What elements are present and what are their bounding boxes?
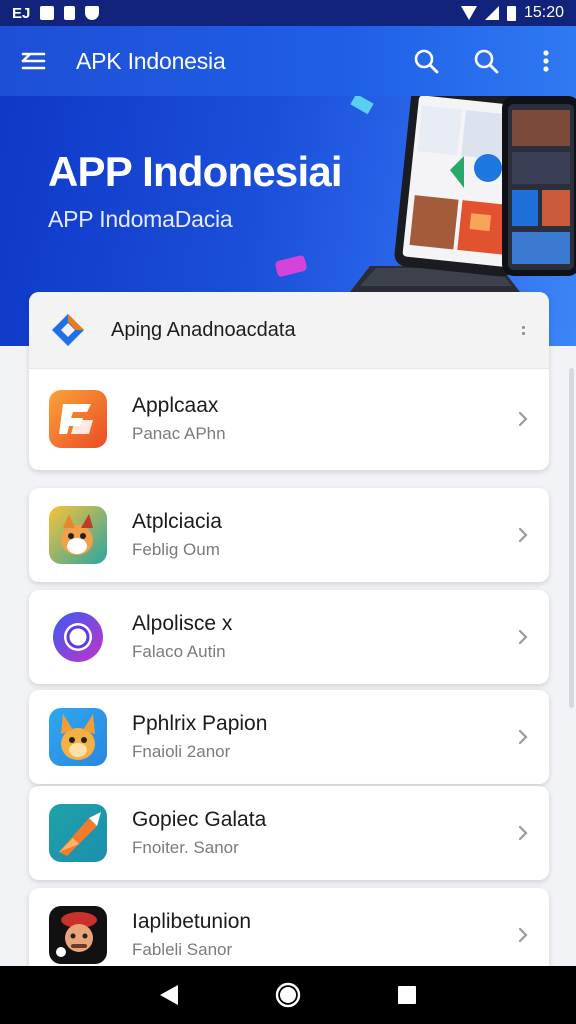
kangaroo-app-icon bbox=[49, 708, 107, 766]
app-subtitle: Falaco Autin bbox=[132, 642, 226, 661]
recents-icon[interactable] bbox=[387, 975, 427, 1015]
wifi-icon bbox=[460, 6, 477, 20]
more-vert-icon[interactable] bbox=[518, 322, 529, 339]
app-actions bbox=[410, 45, 562, 77]
app-subtitle: Fnoiter. Sanor bbox=[132, 838, 239, 857]
list-item[interactable]: Pphlrix Papion Fnaioli 2anor bbox=[29, 690, 549, 784]
app-title: Iaplibetunion bbox=[132, 910, 252, 933]
app-title: Pphlrix Papion bbox=[132, 712, 268, 735]
back-icon[interactable] bbox=[149, 975, 189, 1015]
status-label: EJ bbox=[12, 4, 31, 22]
navigation-bar bbox=[0, 966, 576, 1024]
hero-title: APP Indonesiai bbox=[48, 148, 343, 195]
signal-icon bbox=[484, 6, 499, 20]
search-icon[interactable] bbox=[410, 45, 442, 77]
list-item[interactable]: Atplciacia Feblig Oum bbox=[29, 488, 549, 582]
home-icon[interactable] bbox=[268, 975, 308, 1015]
list-card: Atplciacia Feblig Oum bbox=[29, 488, 549, 582]
chevron-right-icon bbox=[518, 927, 528, 943]
app-subtitle: Feblig Oum bbox=[132, 540, 220, 559]
menu-icon[interactable] bbox=[18, 46, 48, 76]
app-title: Alpolisce x bbox=[132, 612, 233, 635]
status-right: 15:20 bbox=[460, 4, 564, 22]
image-notification-icon bbox=[40, 6, 55, 20]
app-title: Gopiec Galata bbox=[132, 808, 267, 831]
devices-illustration bbox=[350, 96, 576, 292]
decoration-shape bbox=[274, 254, 308, 278]
chevron-right-icon bbox=[518, 629, 528, 645]
ring-app-icon bbox=[49, 608, 107, 666]
featured-card-title: Apiηg Anadnoacdata bbox=[111, 318, 296, 341]
document-notification-icon bbox=[64, 6, 76, 20]
chevron-right-icon bbox=[518, 527, 528, 543]
chevron-right-icon bbox=[518, 729, 528, 745]
list-item[interactable]: Alpolisce x Falaco Autin bbox=[29, 590, 549, 684]
list-item[interactable]: Gopiec Galata Fnoiter. Sanor bbox=[29, 786, 549, 880]
app-bar: APK Indonesia bbox=[0, 26, 576, 96]
shield-notification-icon bbox=[85, 6, 100, 20]
list-card: Gopiec Galata Fnoiter. Sanor bbox=[29, 786, 549, 880]
status-bar: EJ 15:20 bbox=[0, 0, 576, 26]
orange-app-icon bbox=[49, 390, 107, 448]
chevron-right-icon bbox=[518, 825, 528, 841]
chevron-right-icon bbox=[518, 411, 528, 427]
search-icon[interactable] bbox=[470, 45, 502, 77]
app-title: Applcaax bbox=[132, 394, 219, 417]
featured-card-header: Apiηg Anadnoacdata bbox=[29, 292, 549, 369]
app-title: APK Indonesia bbox=[76, 47, 226, 74]
character-app-icon bbox=[49, 906, 107, 964]
fox-app-icon bbox=[49, 506, 107, 564]
app-subtitle: Fnaioli 2anor bbox=[132, 742, 231, 761]
status-left: EJ bbox=[12, 4, 100, 22]
play-arrow-app-icon bbox=[49, 804, 107, 862]
list-card: Pphlrix Papion Fnaioli 2anor bbox=[29, 690, 549, 784]
diamond-logo-icon bbox=[52, 314, 84, 346]
battery-icon bbox=[506, 5, 516, 21]
list-item[interactable]: Applcaax Panac APhn bbox=[29, 369, 549, 469]
app-subtitle: Panac APhn bbox=[132, 424, 226, 443]
hero-subtitle: APP IndomaDacia bbox=[48, 206, 233, 232]
featured-card: Apiηg Anadnoacdata Applcaax Panac APhn bbox=[29, 292, 549, 470]
status-time: 15:20 bbox=[523, 4, 564, 21]
more-vert-icon[interactable] bbox=[530, 45, 562, 77]
scrollbar[interactable] bbox=[569, 368, 574, 708]
list-card: Alpolisce x Falaco Autin bbox=[29, 590, 549, 684]
app-title: Atplciacia bbox=[132, 510, 222, 533]
app-subtitle: Fableli Sanor bbox=[132, 940, 233, 959]
